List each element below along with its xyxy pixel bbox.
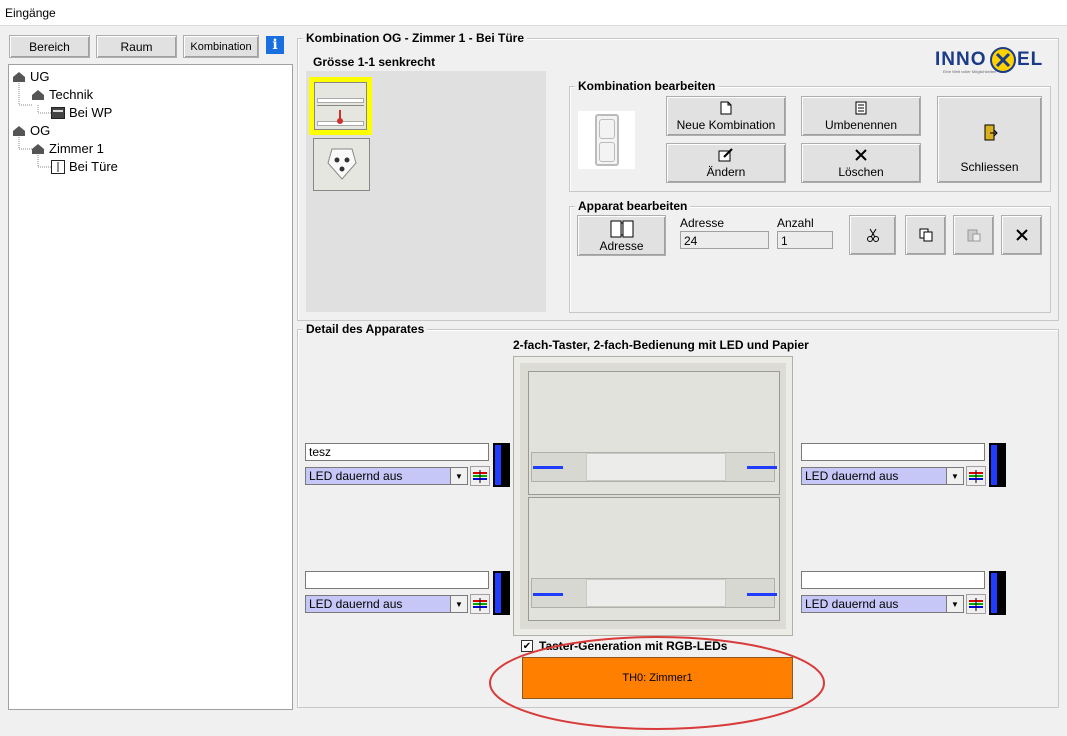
device-image xyxy=(513,356,793,636)
house-icon xyxy=(13,125,25,136)
led-lower-right xyxy=(747,593,777,596)
adresse-field: 24 xyxy=(680,231,769,249)
right-bottom-led-select[interactable]: LED dauernd aus ▼ xyxy=(801,595,964,613)
adresse-button[interactable]: Adresse xyxy=(577,215,666,256)
led-upper-left xyxy=(533,466,563,469)
rgb-color-button[interactable] xyxy=(966,594,986,614)
right-bottom-led-indicator xyxy=(989,571,1006,615)
device-thumbnail-taster xyxy=(314,82,367,130)
rename-document-icon xyxy=(855,101,867,114)
detail-title: Detail des Apparates xyxy=(303,322,428,336)
kombination-bearbeiten-title: Kombination bearbeiten xyxy=(575,79,719,93)
rgb-led-checkbox[interactable]: ✔ xyxy=(521,640,533,652)
status-strip xyxy=(8,710,528,720)
rgb-color-button[interactable] xyxy=(470,594,490,614)
socket-icon xyxy=(327,148,357,180)
neue-kombination-button[interactable]: Neue Kombination xyxy=(666,96,786,136)
switch-plate-icon xyxy=(51,159,65,174)
paste-icon xyxy=(967,229,980,242)
delete-x-icon xyxy=(1015,229,1028,241)
copy-button[interactable] xyxy=(905,215,946,255)
led-lower-left xyxy=(533,593,563,596)
house-icon xyxy=(32,89,44,100)
tree-empty xyxy=(69,183,70,184)
house-icon xyxy=(13,71,25,82)
size-label: Grösse 1-1 senkrecht xyxy=(313,55,436,69)
rgb-led-checkbox-label: Taster-Generation mit RGB-LEDs xyxy=(539,639,728,653)
rgb-led-icon xyxy=(969,598,983,611)
tree-node-zimmer1[interactable]: Zimmer 1 xyxy=(31,141,104,156)
chevron-down-icon[interactable]: ▼ xyxy=(450,596,467,612)
device-thumbnail-socket[interactable] xyxy=(313,138,370,191)
left-top-led-indicator xyxy=(493,443,510,487)
schliessen-button[interactable]: Schliessen xyxy=(937,96,1042,183)
adresse-label: Adresse xyxy=(680,216,725,230)
edit-icon xyxy=(718,147,733,161)
switch-plate-icon xyxy=(51,106,65,119)
tree-panel[interactable]: UG Technik Bei WP OG Zimmer 1 Bei Türe xyxy=(8,64,293,710)
house-icon xyxy=(32,143,44,154)
upper-rocker[interactable] xyxy=(528,371,780,495)
kombination-button[interactable]: Kombination xyxy=(183,35,259,58)
anzahl-label: Anzahl xyxy=(777,216,814,230)
thermometer-icon xyxy=(337,110,343,124)
address-book-icon xyxy=(610,220,633,237)
rgb-led-icon xyxy=(969,470,983,483)
window-title: Eingänge xyxy=(0,0,1067,26)
kombination-title: Kombination OG - Zimmer 1 - Bei Türe xyxy=(303,31,528,45)
tree-node-bei-wp[interactable]: Bei WP xyxy=(51,105,112,120)
tree-node-ug[interactable]: UG xyxy=(12,69,50,84)
tree-node-technik[interactable]: Technik xyxy=(31,87,93,102)
cut-button[interactable] xyxy=(849,215,896,255)
combination-canvas[interactable] xyxy=(306,71,546,312)
chevron-down-icon[interactable]: ▼ xyxy=(946,596,963,612)
left-bottom-led-indicator xyxy=(493,571,510,615)
left-top-text-input[interactable] xyxy=(305,443,489,461)
rgb-led-icon xyxy=(473,598,487,611)
right-bottom-text-input[interactable] xyxy=(801,571,985,589)
delete-x-icon xyxy=(855,148,867,161)
paste-button[interactable] xyxy=(953,215,994,255)
copy-icon xyxy=(919,228,932,242)
lower-paper-label xyxy=(586,579,726,607)
rgb-color-button[interactable] xyxy=(470,466,490,486)
rgb-color-button[interactable] xyxy=(966,466,986,486)
scissors-icon xyxy=(866,228,879,242)
device-name-button[interactable]: TH0: Zimmer1 xyxy=(522,657,793,699)
frame-preview xyxy=(578,111,635,169)
right-top-text-input[interactable] xyxy=(801,443,985,461)
raum-button[interactable]: Raum xyxy=(96,35,177,58)
delete-device-button[interactable] xyxy=(1001,215,1042,255)
left-top-led-select[interactable]: LED dauernd aus ▼ xyxy=(305,467,468,485)
loeschen-button[interactable]: Löschen xyxy=(801,143,921,183)
new-document-icon xyxy=(720,101,732,114)
left-bottom-text-input[interactable] xyxy=(305,571,489,589)
selected-device-highlight[interactable] xyxy=(309,77,372,135)
chevron-down-icon[interactable]: ▼ xyxy=(450,468,467,484)
upper-paper-label xyxy=(586,453,726,481)
rgb-led-icon xyxy=(473,470,487,483)
right-top-led-select[interactable]: LED dauernd aus ▼ xyxy=(801,467,964,485)
exit-door-icon xyxy=(984,124,998,140)
right-top-led-indicator xyxy=(989,443,1006,487)
apparat-bearbeiten-title: Apparat bearbeiten xyxy=(575,199,691,213)
umbenennen-button[interactable]: Umbenennen xyxy=(801,96,921,136)
device-title: 2-fach-Taster, 2-fach-Bedienung mit LED … xyxy=(513,338,809,352)
anzahl-field: 1 xyxy=(777,231,833,249)
bereich-button[interactable]: Bereich xyxy=(9,35,90,58)
left-bottom-led-select[interactable]: LED dauernd aus ▼ xyxy=(305,595,468,613)
aendern-button[interactable]: Ändern xyxy=(666,143,786,183)
tree-node-bei-tuere[interactable]: Bei Türe xyxy=(51,159,118,174)
led-upper-right xyxy=(747,466,777,469)
tree-node-og[interactable]: OG xyxy=(12,123,50,138)
innoxel-logo: INNO EL Eine Welt voller Möglichkeiten xyxy=(935,47,1044,74)
chevron-down-icon[interactable]: ▼ xyxy=(946,468,963,484)
lower-rocker[interactable] xyxy=(528,497,780,621)
info-icon[interactable]: i xyxy=(266,36,284,54)
